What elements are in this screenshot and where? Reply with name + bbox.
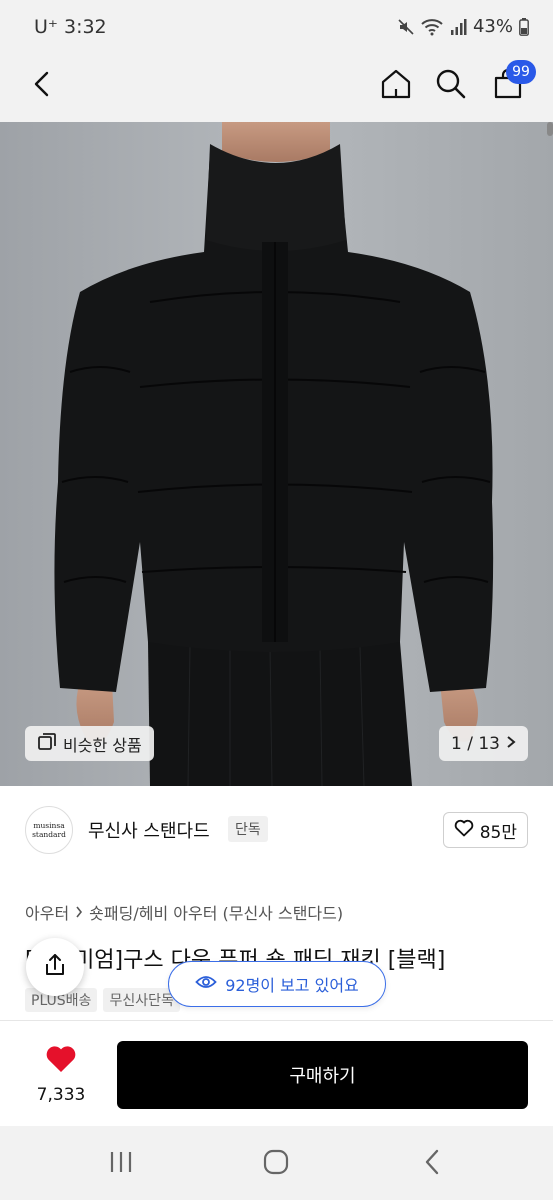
scroll-indicator — [547, 122, 553, 136]
search-button[interactable] — [429, 64, 473, 108]
battery-icon — [519, 17, 529, 36]
top-nav: 99 — [0, 54, 553, 122]
viewers-count-pill: 92명이 보고 있어요 — [168, 961, 386, 1007]
back-button[interactable] — [20, 64, 64, 108]
status-bar: U⁺ 3:32 43% — [0, 0, 553, 54]
mute-icon — [397, 18, 415, 36]
status-icons: 43% — [397, 16, 529, 37]
recent-apps-icon — [108, 1150, 134, 1178]
brand-like-count: 85만 — [479, 822, 517, 843]
exclusive-badge: 단독 — [228, 816, 268, 842]
favorite-count: 7,333 — [36, 1085, 86, 1105]
purchase-bar: 7,333 구매하기 — [0, 1020, 553, 1126]
similar-products-label: 비슷한 상품 — [63, 735, 142, 755]
copy-icon — [37, 732, 57, 756]
heart-outline-icon — [454, 819, 474, 842]
product-photo — [0, 122, 553, 786]
brand-row: musinsa standard 무신사 스탠다드 단독 85만 — [0, 786, 553, 876]
wifi-icon — [421, 18, 443, 36]
back-chevron-icon — [423, 1149, 441, 1179]
share-button[interactable] — [26, 938, 84, 996]
heart-filled-icon — [45, 1045, 77, 1077]
eye-icon — [195, 974, 217, 994]
brand-logo-line2: standard — [32, 830, 66, 839]
back-arrow-icon — [31, 70, 53, 102]
brand-name[interactable]: 무신사 스탠다드 — [88, 817, 210, 843]
recent-apps-button[interactable] — [101, 1146, 141, 1182]
signal-icon — [449, 18, 467, 36]
cart-count-badge: 99 — [506, 60, 536, 84]
battery-level: 43% — [472, 16, 513, 37]
image-page-counter[interactable]: 1 / 13 — [439, 726, 528, 761]
breadcrumb: 아우터 숏패딩/헤비 아우터 (무신사 스탠다드) — [25, 900, 343, 924]
back-nav-button[interactable] — [412, 1146, 452, 1182]
breadcrumb-item[interactable]: 숏패딩/헤비 아우터 (무신사 스탠다드) — [89, 900, 343, 924]
breadcrumb-item[interactable]: 아우터 — [25, 900, 69, 924]
similar-products-button[interactable]: 비슷한 상품 — [25, 726, 154, 761]
home-button[interactable] — [374, 64, 418, 108]
search-icon — [435, 68, 467, 104]
product-image-gallery[interactable] — [0, 122, 553, 786]
share-icon — [42, 952, 68, 982]
home-circle-icon — [263, 1149, 289, 1179]
brand-logo[interactable]: musinsa standard — [25, 806, 73, 854]
home-icon — [379, 67, 413, 105]
viewers-text: 92명이 보고 있어요 — [225, 976, 359, 995]
home-nav-button[interactable] — [256, 1146, 296, 1182]
brand-like-button[interactable]: 85만 — [442, 812, 528, 848]
brand-logo-line1: musinsa — [33, 821, 65, 830]
buy-button[interactable]: 구매하기 — [117, 1041, 528, 1109]
chevron-right-icon — [75, 903, 83, 922]
cart-button[interactable]: 99 — [486, 60, 536, 108]
page-counter-text: 1 / 13 — [451, 733, 500, 754]
system-nav-bar — [0, 1126, 553, 1200]
carrier-time: U⁺ 3:32 — [34, 16, 107, 38]
chevron-right-icon — [506, 734, 516, 754]
favorite-button[interactable]: 7,333 — [28, 1045, 94, 1105]
